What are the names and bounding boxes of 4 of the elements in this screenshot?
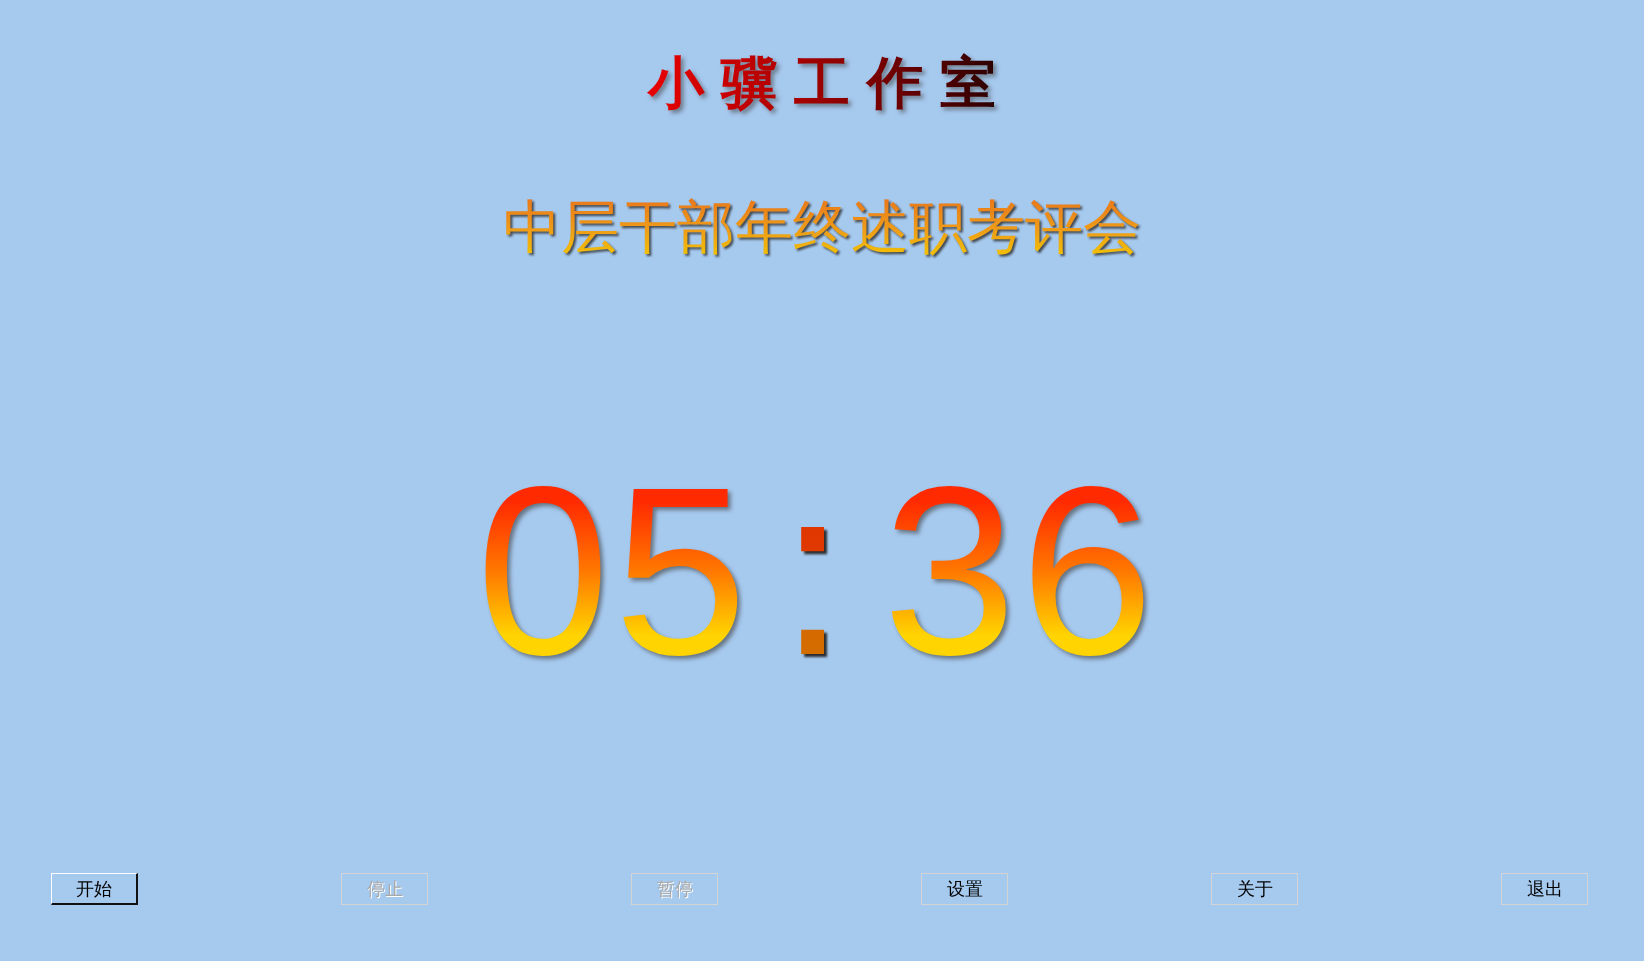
control-button[interactable]: 开始 (51, 873, 138, 905)
control-button[interactable]: 关于 (1211, 873, 1298, 905)
control-button[interactable]: 设置 (921, 873, 1008, 905)
control-button[interactable]: 退出 (1501, 873, 1588, 905)
